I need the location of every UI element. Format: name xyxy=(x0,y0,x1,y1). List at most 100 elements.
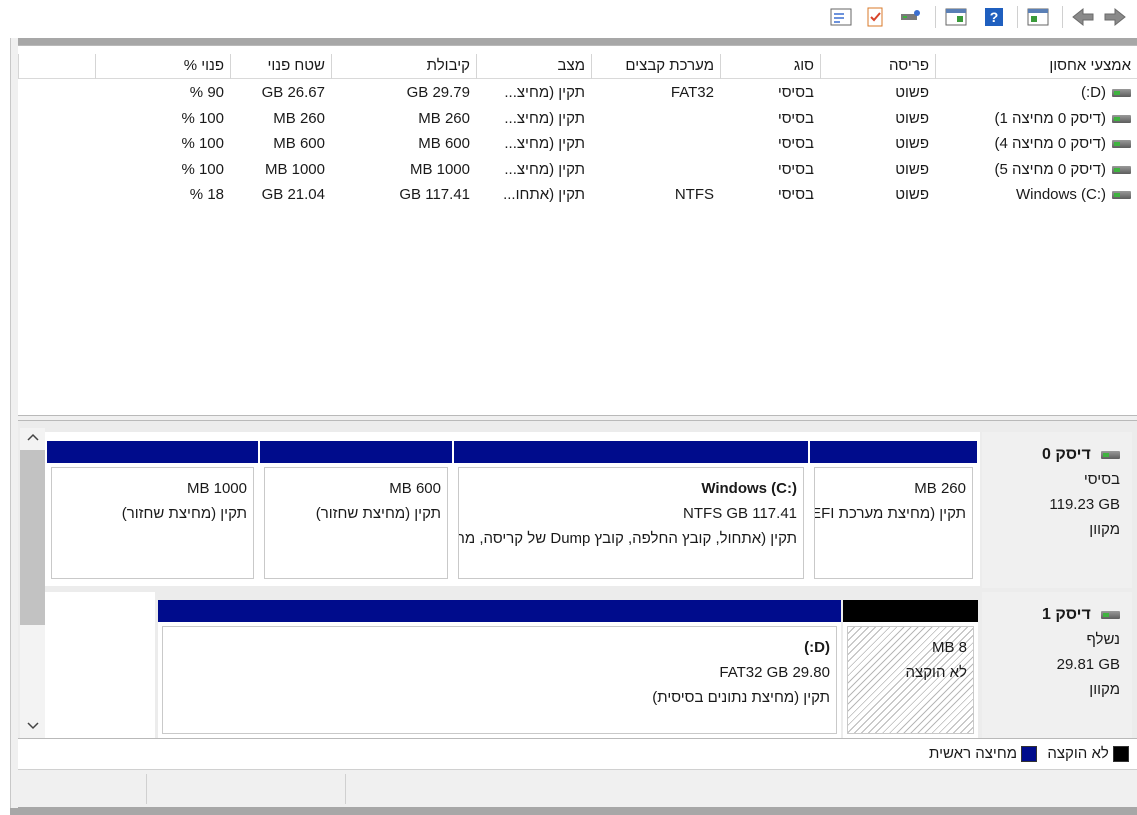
primary-partition-bar xyxy=(47,441,258,463)
volume-icon xyxy=(1112,114,1131,123)
column-header-filesystem[interactable]: מערכת קבצים xyxy=(591,54,720,79)
cell-free-space-text: 21.04 GB xyxy=(261,186,325,203)
partition-disk0-windows[interactable]: Windows (C:) 117.41 NTFS GB תקין (אתחול,… xyxy=(454,441,808,583)
cell-percent-free-text: 100 % xyxy=(181,135,224,152)
primary-swatch xyxy=(1021,746,1038,763)
volume-row[interactable]: (דיסק 0 מחיצה 4) פשוט בסיסי תקין (מחיצ... 60… xyxy=(18,131,1137,157)
cell-status-text: תקין (אתחו... xyxy=(503,186,585,203)
column-header-volume[interactable]: אמצעי אחסון xyxy=(935,54,1137,79)
partition-disk1-unallocated[interactable]: 8 MB לא הוקצה xyxy=(843,600,978,738)
column-header-layout[interactable]: פריסה xyxy=(820,54,935,79)
cell-volume: (דיסק 0 מחיצה 1) xyxy=(935,106,1131,132)
cell-capacity: 1000 MB xyxy=(331,157,470,183)
cell-type-text: בסיסי xyxy=(777,186,814,203)
cell-type-text: בסיסי xyxy=(777,109,814,127)
cell-capacity: 117.41 GB xyxy=(331,182,470,208)
partition-disk0-recovery-2[interactable]: 1000 MB תקין (מחיצת שחזור) xyxy=(47,441,258,583)
cell-status-text: תקין (מחיצ... xyxy=(504,109,585,127)
partition-name: (D:) xyxy=(804,639,830,656)
toolbar-separator xyxy=(1062,6,1063,28)
volume-row[interactable]: (דיסק 0 מחיצה 1) פשוט בסיסי תקין (מחיצ... 26… xyxy=(18,106,1137,132)
toolbar-separator xyxy=(1017,6,1018,28)
cell-filesystem: NTFS xyxy=(591,182,714,208)
cell-volume: Windows (C:) xyxy=(935,182,1131,208)
volume-row[interactable]: (D:) פשוט בסיסי FAT32 תקין (מחיצ... 29.79 GB 2… xyxy=(18,80,1137,106)
disk-0-label[interactable]: דיסק 0 בסיסי 119.23 GB מקוון xyxy=(982,432,1132,588)
partition-box: 1000 MB תקין (מחיצת שחזור) xyxy=(51,467,254,579)
cell-free-space: 260 MB xyxy=(230,106,325,132)
action-pane-icon[interactable] xyxy=(944,5,968,29)
legend-unallocated: לא הוקצה xyxy=(1047,745,1109,762)
cell-filesystem xyxy=(591,131,714,157)
primary-partition-bar xyxy=(158,600,841,622)
connect-drive-icon[interactable] xyxy=(898,5,922,29)
back-arrow-icon[interactable] xyxy=(1071,5,1095,29)
primary-partition-bar xyxy=(810,441,977,463)
cell-status: תקין (מחיצ... xyxy=(476,80,585,106)
partition-disk0-recovery-1[interactable]: 600 MB תקין (מחיצת שחזור) xyxy=(260,441,452,583)
cell-status: תקין (אתחו... xyxy=(476,182,585,208)
cell-capacity-text: 29.79 GB xyxy=(406,84,470,101)
partition-name: Windows (C:) xyxy=(701,480,797,497)
column-header-status[interactable]: מצב xyxy=(476,54,591,79)
cell-filesystem-text: NTFS xyxy=(674,186,714,203)
volume-icon xyxy=(1112,89,1131,98)
partition-size: 600 MB xyxy=(389,480,441,497)
disk-title: דיסק 0 xyxy=(1042,446,1091,463)
volume-list[interactable]: אמצעי אחסון פריסה סוג מערכת קבצים מצב קי… xyxy=(18,45,1137,415)
partition-disk0-efi[interactable]: 260 MB תקין (מחיצת מערכת EFI) xyxy=(810,441,977,583)
toolbar: ? xyxy=(0,0,1137,38)
cell-filesystem: FAT32 xyxy=(591,80,714,106)
cell-layout-text: פשוט xyxy=(895,186,929,203)
disk-1-empty-area xyxy=(45,592,155,738)
cell-type: בסיסי xyxy=(720,157,814,183)
partition-status: תקין (מחיצת שחזור) xyxy=(121,505,247,522)
column-header-free-space[interactable]: שטח פנוי xyxy=(230,54,331,79)
cell-free-space-text: 26.67 GB xyxy=(261,84,325,101)
column-header-capacity[interactable]: קיבולת xyxy=(331,54,476,79)
cell-filesystem xyxy=(591,157,714,183)
column-header-percent-free[interactable]: % פנוי xyxy=(95,54,230,79)
disk-kind: בסיסי xyxy=(1083,471,1120,488)
cell-capacity: 600 MB xyxy=(331,131,470,157)
partition-disk1-data[interactable]: (D:) 29.80 FAT32 GB תקין (מחיצת נתונים ב… xyxy=(158,600,841,738)
cell-volume-text: (D:) xyxy=(1080,84,1106,101)
cell-layout-text: פשוט xyxy=(895,135,929,152)
cell-percent-free-text: 90 % xyxy=(189,84,224,101)
volume-row[interactable]: Windows (C:) פשוט בסיסי NTFS תקין (אתחו... 11… xyxy=(18,182,1137,208)
cell-free-space: 21.04 GB xyxy=(230,182,325,208)
cell-layout: פשוט xyxy=(820,106,929,132)
legend-primary: מחיצה ראשית xyxy=(929,745,1018,762)
cell-type: בסיסי xyxy=(720,182,814,208)
cell-capacity: 29.79 GB xyxy=(331,80,470,106)
cell-status: תקין (מחיצ... xyxy=(476,157,585,183)
volume-icon xyxy=(1112,165,1131,174)
cell-free-space-text: 600 MB xyxy=(273,135,325,152)
partition-size: 260 MB xyxy=(914,480,966,497)
console-tree-icon[interactable] xyxy=(1026,5,1050,29)
partition-size: 8 MB xyxy=(931,639,967,656)
cell-volume-text: (דיסק 0 מחיצה 1) xyxy=(994,109,1106,127)
scroll-up-icon[interactable] xyxy=(24,430,41,446)
cell-free-space: 1000 MB xyxy=(230,157,325,183)
partition-box: (D:) 29.80 FAT32 GB תקין (מחיצת נתונים ב… xyxy=(162,626,837,734)
scroll-down-icon[interactable] xyxy=(24,718,41,734)
checklist-icon[interactable] xyxy=(863,5,887,29)
disk-size: 119.23 GB xyxy=(1049,496,1120,513)
volume-row[interactable]: (דיסק 0 מחיצה 5) פשוט בסיסי תקין (מחיצ... 10… xyxy=(18,157,1137,183)
disk-state: מקוון xyxy=(1089,521,1120,538)
forward-arrow-icon[interactable] xyxy=(1103,5,1127,29)
cell-percent-free: 18 % xyxy=(95,182,224,208)
svg-text:?: ? xyxy=(990,9,999,25)
cell-type-text: בסיסי xyxy=(777,160,814,178)
help-icon[interactable]: ? xyxy=(982,5,1006,29)
cell-percent-free-text: 100 % xyxy=(181,109,224,127)
column-header-empty xyxy=(18,54,95,79)
disk-title: דיסק 1 xyxy=(1042,606,1091,623)
cell-capacity-text: 260 MB xyxy=(418,109,470,127)
properties-icon[interactable] xyxy=(829,5,853,29)
column-header-type[interactable]: סוג xyxy=(720,54,820,79)
disk-1-label[interactable]: דיסק 1 נשלף 29.81 GB מקוון xyxy=(982,592,1132,738)
cell-type: בסיסי xyxy=(720,80,814,106)
scrollbar-thumb[interactable] xyxy=(20,450,45,625)
